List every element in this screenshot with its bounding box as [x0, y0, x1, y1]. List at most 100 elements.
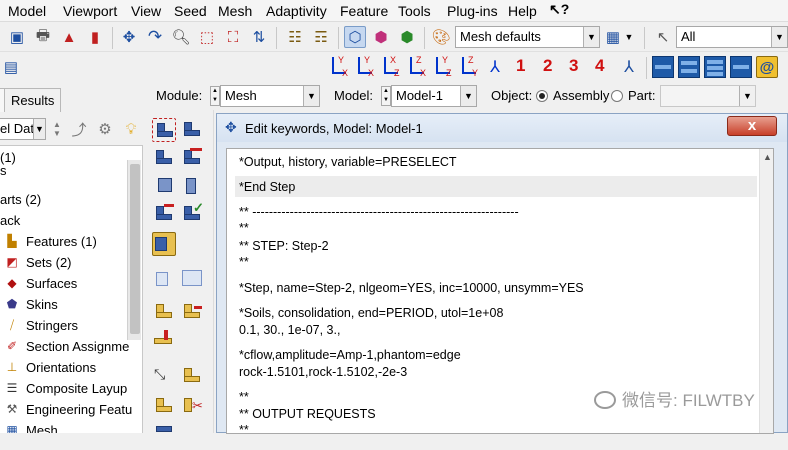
create-geometry-icon[interactable] [180, 364, 204, 388]
render-style-combo[interactable]: Mesh defaults ▼ [455, 26, 600, 48]
viewport-tile-vertical-icon[interactable] [730, 56, 752, 78]
chevron-down-icon[interactable]: ▼ [303, 86, 319, 106]
keyword-line[interactable]: *End Step [239, 180, 295, 194]
model-combo[interactable]: Model-1 ▼ [391, 85, 477, 107]
chevron-down-icon[interactable]: ▼ [460, 86, 476, 106]
virtual-topology-icon[interactable] [152, 300, 176, 324]
tree-scrollbar-thumb[interactable] [130, 164, 140, 334]
canvas-red-icon[interactable]: ▲ [58, 26, 80, 48]
keyword-line[interactable]: ** [239, 255, 249, 269]
scroll-up-icon[interactable]: ▲ [763, 152, 772, 162]
color-code-icon[interactable]: ▦ [602, 26, 624, 48]
keyword-line[interactable]: *cflow,amplitude=Amp-1,phantom=edge [239, 348, 461, 362]
keyword-line[interactable]: ** OUTPUT REQUESTS [239, 407, 376, 421]
menu-seed[interactable]: Seed [174, 3, 207, 19]
hidden-line-icon[interactable]: ⬢ [370, 26, 392, 48]
tree-filter-combo[interactable]: el Dat ▼ [0, 118, 46, 140]
viewport-tile-icon[interactable] [652, 56, 674, 78]
edit-mesh-icon[interactable] [152, 266, 176, 290]
cylinder-red-icon[interactable]: ▮ [84, 26, 106, 48]
cycle-views-icon[interactable]: ⇅ [248, 26, 270, 48]
verify-mesh-icon[interactable]: ✓ [180, 200, 204, 226]
ignore-entities-icon[interactable] [180, 300, 204, 324]
saved-view-4[interactable]: 4 [595, 56, 604, 76]
mesh-part-icon[interactable] [152, 202, 176, 226]
shaded-render-icon[interactable]: ⬢ [396, 26, 418, 48]
menu-model[interactable]: Model [8, 3, 46, 19]
palette-extra-icon[interactable] [152, 426, 176, 450]
mesh-layout-icon[interactable] [180, 266, 204, 290]
ladder-alt-icon[interactable]: ☶ [310, 26, 332, 48]
view-axes-icon[interactable]: ⅄ [618, 56, 640, 78]
keyword-line[interactable]: ** -------------------------------------… [239, 205, 519, 219]
model-spinner[interactable]: ▲ ▼ [381, 86, 391, 106]
menu-mesh[interactable]: Mesh [218, 3, 252, 19]
chevron-down-icon[interactable]: ▼ [622, 26, 636, 48]
keyword-line[interactable]: ** STEP: Step-2 [239, 239, 329, 253]
keyword-line[interactable]: *Soils, consolidation, end=PERIOD, utol=… [239, 306, 503, 320]
repair-geometry-icon[interactable] [152, 328, 176, 352]
wireframe-render-icon[interactable]: ⬡ [344, 26, 366, 48]
view-bottom-icon[interactable]: ZX [406, 55, 428, 79]
keyword-line[interactable]: *Step, name=Step-2, nlgeom=YES, inc=1000… [239, 281, 584, 295]
saved-view-3[interactable]: 3 [569, 56, 578, 76]
chevron-down-icon[interactable]: ▼ [771, 27, 787, 47]
chevron-down-icon[interactable]: ▼ [33, 119, 45, 139]
view-top-icon[interactable]: XZ [380, 55, 402, 79]
keyword-line[interactable]: rock-1.5101,rock-1.5102,-2e-3 [239, 365, 407, 379]
keyword-line[interactable]: *Output, history, variable=PRESELECT [239, 155, 457, 169]
view-iso-icon[interactable]: ⅄ [484, 56, 506, 78]
viewport-link-icon[interactable]: @ [756, 56, 778, 78]
print-icon[interactable]: 🖶 [32, 26, 54, 48]
mesh-controls-icon[interactable] [152, 146, 176, 170]
tree-scrollbar[interactable] [127, 160, 141, 340]
select-arrow-icon[interactable]: ↖ [652, 26, 674, 48]
query-mesh-icon[interactable]: ⤡ [152, 364, 176, 388]
view-back-icon[interactable]: YX [354, 55, 376, 79]
ladder-icon[interactable]: ☷ [284, 26, 306, 48]
keyword-line[interactable]: ** [239, 423, 249, 433]
selection-filter-combo[interactable]: All ▼ [676, 26, 788, 48]
keyword-line[interactable]: 0.1, 30., 1e-07, 3., [239, 323, 340, 337]
view-left-icon[interactable]: YZ [432, 55, 454, 79]
close-button[interactable]: x [727, 116, 777, 136]
tree-collapse-icon[interactable]: ⤴ [68, 118, 90, 140]
rotate-icon[interactable]: ↷ [144, 26, 166, 48]
lightbulb-icon[interactable]: 💡︎ [120, 118, 142, 140]
view-front-icon[interactable]: YX [328, 55, 350, 79]
viewport-tile-horizontal-icon[interactable] [704, 56, 726, 78]
seed-part-instance-icon[interactable] [152, 118, 176, 142]
magnify-icon[interactable]: 🔍︎ [170, 26, 192, 48]
menu-tools[interactable]: Tools [398, 3, 431, 19]
seed-edges-icon[interactable] [180, 118, 204, 142]
partition-cell-icon[interactable] [152, 232, 176, 256]
element-type-icon[interactable] [152, 174, 176, 198]
tab-results[interactable]: Results [4, 88, 62, 112]
pan-icon[interactable]: ✥ [118, 26, 140, 48]
menu-plug-ins[interactable]: Plug-ins [447, 3, 498, 19]
chevron-down-icon[interactable]: ▼ [739, 86, 755, 106]
chevron-down-icon[interactable]: ▼ [583, 27, 599, 47]
part-combo[interactable]: ▼ [660, 85, 756, 107]
dialog-title-bar[interactable]: ✥ Edit keywords, Model: Model-1 x [217, 114, 787, 142]
module-spinner[interactable]: ▲ ▼ [210, 86, 220, 106]
saved-view-2[interactable]: 2 [543, 56, 552, 76]
auto-fit-icon[interactable]: ⛶ [222, 26, 244, 48]
save-icon[interactable]: ▣ [6, 26, 28, 48]
color-palette-icon[interactable]: 🎨︎ [430, 26, 452, 48]
adaptivity-icon[interactable] [152, 394, 176, 418]
remesh-rule-icon[interactable]: ✂ [180, 394, 204, 418]
part-radio[interactable] [611, 90, 623, 102]
menu-adaptivity[interactable]: Adaptivity [266, 3, 327, 19]
tree-filter-spinner[interactable]: ▲ ▼ [52, 120, 62, 140]
box-zoom-icon[interactable]: ⬚ [196, 26, 218, 48]
keyword-line[interactable]: ** [239, 390, 249, 404]
menu-help[interactable]: Help [508, 3, 537, 19]
menu-viewport[interactable]: Viewport [63, 3, 117, 19]
tree-filter-icon[interactable]: ⚙ [94, 118, 116, 140]
assign-stack-icon[interactable] [180, 174, 204, 198]
delete-seeds-icon[interactable] [180, 146, 204, 170]
menu-feature[interactable]: Feature [340, 3, 388, 19]
view-right-icon[interactable]: ZY [458, 55, 480, 79]
whats-this-arrow-icon[interactable]: ↖? [549, 1, 569, 18]
